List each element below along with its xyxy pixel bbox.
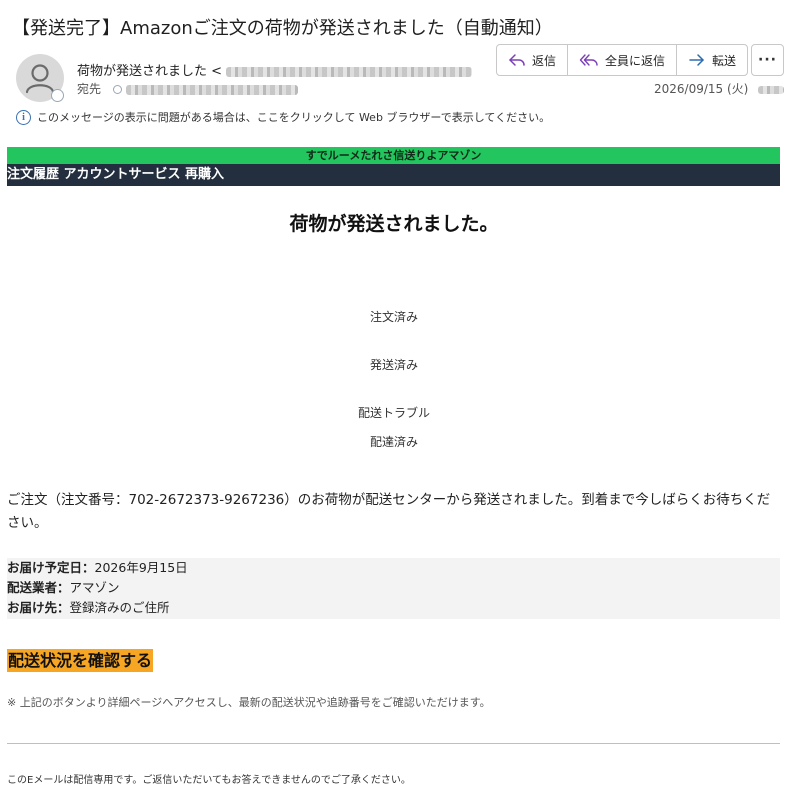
detail-value: 登録済みのご住所 [69, 600, 170, 615]
detail-label: 配送業者： [7, 580, 70, 595]
reply-all-label: 全員に返信 [605, 53, 666, 68]
detail-row-carrier: 配送業者：アマゾン [7, 578, 780, 598]
delivery-details: お届け予定日：2026年9月15日 配送業者：アマゾン お届け先：登録済みのご住… [7, 558, 780, 619]
reply-label: 返信 [532, 53, 557, 68]
more-actions-button[interactable]: ··· [751, 44, 784, 76]
recipient-line: 宛先 [77, 80, 299, 97]
step-delivery-trouble: 配送トラブル [357, 406, 430, 420]
email-heading: 荷物が発送されました。 [289, 213, 499, 235]
detail-row-address: お届け先：登録済みのご住所 [7, 598, 780, 618]
reply-all-button[interactable]: 全員に返信 [568, 45, 678, 75]
detail-label: お届け予定日： [7, 560, 95, 575]
step-delivered: 配達済み [369, 435, 418, 449]
check-delivery-status-button[interactable]: 配送状況を確認する [7, 649, 154, 672]
recipient-label: 宛先 [77, 82, 102, 96]
forward-label: 転送 [712, 53, 737, 68]
recipient-presence-icon [113, 85, 123, 94]
sender-email-redacted [226, 66, 473, 77]
step-ordered: 注文済み [369, 310, 418, 324]
email-body-text: ご注文（注文番号：702-2672373-9267236）のお荷物が配送センター… [7, 492, 771, 531]
recipient-email-redacted [126, 84, 299, 95]
email-nav-bar[interactable]: 注文履歴 アカウントサービス 再購入 [7, 164, 780, 186]
detail-value: アマゾン [69, 580, 120, 595]
presence-status-icon [51, 89, 64, 102]
date-text: 2026/09/15 (火) [654, 82, 749, 96]
detail-value: 2026年9月15日 [94, 560, 188, 575]
browser-view-notice[interactable]: i このメッセージの表示に問題がある場合は、ここをクリックして Web ブラウザ… [16, 109, 550, 125]
detail-row-eta: お届け予定日：2026年9月15日 [7, 558, 780, 578]
reply-arrow-icon [509, 54, 525, 66]
received-date: 2026/09/15 (火) [654, 80, 785, 97]
forward-arrow-icon [689, 54, 704, 66]
message-actions: 返信 全員に返信 転送 [496, 44, 749, 76]
detail-label: お届け先： [7, 600, 70, 615]
email-subject: 【発送完了】Amazonご注文の荷物が発送されました（自動通知） [12, 18, 553, 39]
browser-view-notice-text: このメッセージの表示に問題がある場合は、ここをクリックして Web ブラウザーで… [37, 111, 551, 124]
time-redacted [758, 85, 785, 94]
sender-line[interactable]: 荷物が発送されました < [77, 60, 473, 79]
cta-note: ※ 上記のボタンより詳細ページへアクセスし、最新の配送状況や追跡番号をご確認いた… [7, 696, 491, 709]
step-shipped: 発送済み [369, 358, 418, 372]
info-icon: i [16, 109, 31, 125]
forward-button[interactable]: 転送 [677, 45, 747, 75]
green-banner: すでルーメたれさ信送りよアマゾン [7, 147, 780, 164]
email-footer: このEメールは配信専用です。ご返信いただいてもお答えできませんのでご了承ください… [7, 775, 411, 786]
footer-divider [7, 743, 780, 744]
reply-button[interactable]: 返信 [497, 45, 569, 75]
reply-all-icon [579, 54, 598, 66]
sender-name: 荷物が発送されました < [77, 64, 223, 79]
